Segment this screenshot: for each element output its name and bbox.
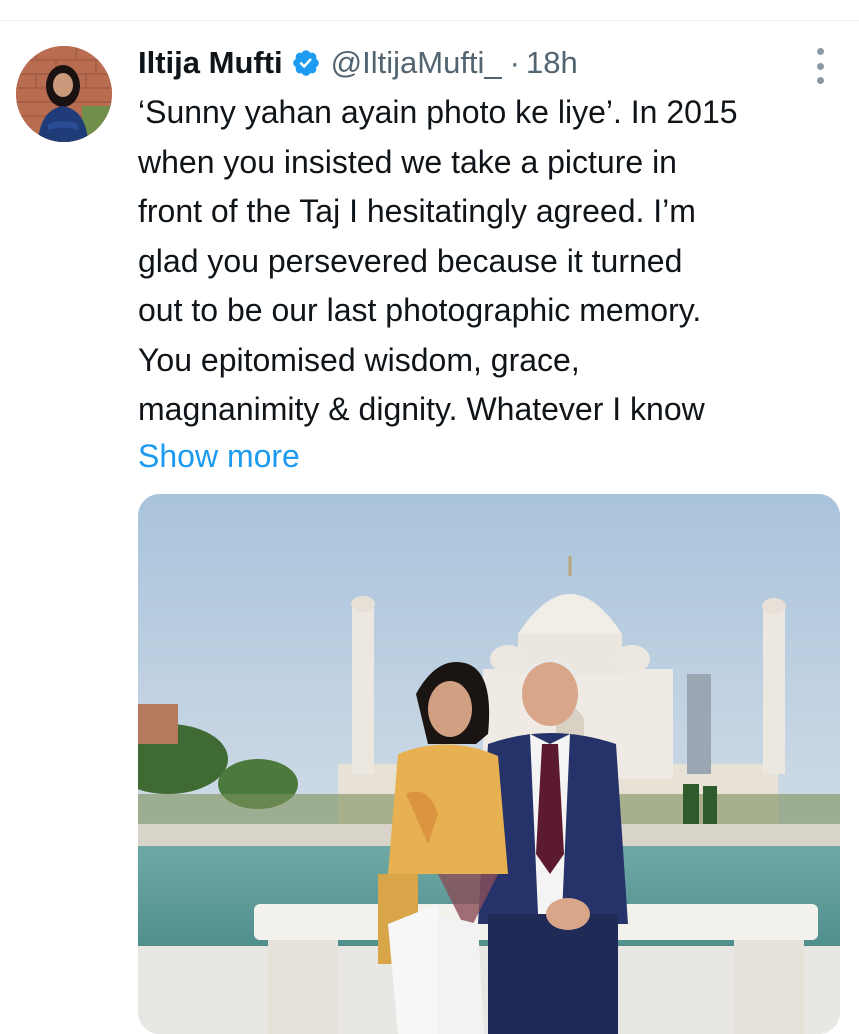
top-divider (0, 20, 859, 21)
more-options-icon[interactable] (812, 48, 828, 84)
display-name[interactable]: Iltija Mufti (138, 45, 283, 81)
tweet-text-line: glad you persevered because it turned (138, 242, 683, 279)
photo-image (138, 494, 840, 1034)
show-more-link[interactable]: Show more (138, 432, 300, 482)
more-dot (816, 48, 824, 55)
avatar-image (16, 46, 112, 142)
avatar[interactable] (16, 46, 112, 142)
tweet-header: Iltija Mufti @IltijaMufti_ · 18h (138, 40, 578, 86)
tweet-text-line: front of the Taj I hesitatingly agreed. … (138, 193, 696, 229)
tweet-text-line: You epitomised wisdom, grace, (138, 341, 580, 378)
tweet-text-line: magnanimity & dignity. Whatever I know (138, 391, 705, 427)
tweet-text-line: when you insisted we take a picture in (138, 143, 677, 180)
tweet-text: ‘Sunny yahan ayain photo ke liye’. In 20… (138, 88, 853, 435)
separator-dot: · (509, 45, 520, 80)
more-dot (816, 62, 824, 70)
more-dot (816, 77, 824, 84)
timestamp[interactable]: 18h (526, 45, 578, 81)
author-handle[interactable]: @IltijaMufti_ (331, 45, 502, 81)
tweet-text-line: ‘Sunny yahan ayain photo ke liye’. In 20… (138, 94, 738, 130)
tweet-media-photo[interactable] (138, 494, 840, 1034)
verified-badge-icon (291, 48, 321, 78)
tweet-text-line: out to be our last photographic memory. (138, 292, 702, 328)
